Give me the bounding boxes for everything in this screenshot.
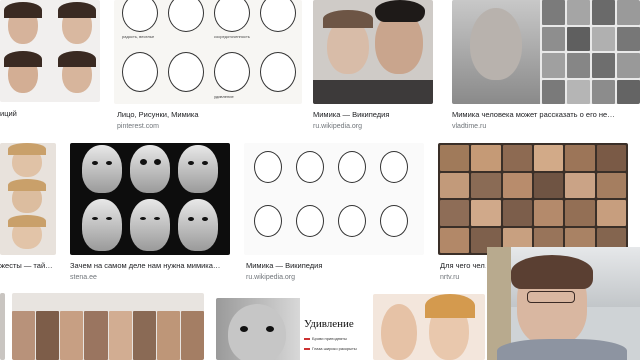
- cartoon-face: [214, 0, 250, 32]
- result-thumbnail[interactable]: [0, 293, 5, 360]
- cartoon-face: [260, 52, 296, 92]
- cartoon-face: [296, 205, 324, 237]
- mask-face: [178, 199, 218, 251]
- result-thumbnail[interactable]: [313, 0, 433, 104]
- photo-grid: [12, 311, 204, 360]
- result-card-r2-1[interactable]: жесты — тай…: [0, 143, 58, 283]
- result-card-r2-3[interactable]: Мимика — Википедия ru.wikipedia.org: [244, 143, 424, 283]
- result-title[interactable]: Мимика — Википедия: [313, 110, 433, 120]
- result-source: ru.wikipedia.org: [313, 123, 363, 130]
- cartoon-face: [254, 205, 282, 237]
- cartoon-face: [122, 0, 158, 32]
- cartoon-face: [168, 52, 204, 92]
- face-photo: [228, 304, 286, 360]
- result-thumbnail[interactable]: [0, 143, 56, 255]
- cartoon-face: [168, 0, 204, 32]
- result-card-r1-3[interactable]: Мимика — Википедия ru.wikipedia.org: [313, 0, 433, 135]
- result-title[interactable]: жесты — тай…: [0, 261, 58, 271]
- cartoon-face: [254, 151, 282, 183]
- webcam-overlay: [487, 247, 640, 360]
- result-source: ru.wikipedia.org: [246, 274, 296, 281]
- result-title[interactable]: Лицо, Рисунки, Мимика: [117, 110, 297, 120]
- annotation-label: Глаза широко раскрыты: [312, 346, 357, 351]
- mask-face: [178, 145, 218, 193]
- result-card-r3-3[interactable]: [373, 294, 485, 360]
- face-photo: [381, 304, 417, 360]
- cartoon-face: [122, 52, 158, 92]
- result-thumbnail[interactable]: [0, 0, 100, 102]
- result-card-r3-2[interactable]: Удивление Брови приподняты Глаза широко …: [216, 298, 364, 360]
- cartoon-face: [338, 205, 366, 237]
- result-thumbnail[interactable]: [373, 294, 485, 360]
- result-card-r3-1[interactable]: [12, 293, 204, 360]
- result-thumbnail[interactable]: [438, 143, 628, 255]
- glasses-icon: [527, 291, 575, 303]
- mask-face: [82, 145, 122, 193]
- cartoon-face: [380, 151, 408, 183]
- face-photo: [470, 8, 522, 80]
- result-thumbnail[interactable]: [70, 143, 230, 255]
- result-thumbnail[interactable]: [244, 143, 424, 255]
- result-title[interactable]: Мимика — Википедия: [246, 261, 422, 271]
- result-card-r2-2[interactable]: Зачем на самом деле нам нужна мимика… st…: [70, 143, 230, 283]
- result-card-r1-2[interactable]: радость, веселье сосредоточенность удивл…: [114, 0, 302, 135]
- cartoon-caption: радость, веселье: [122, 34, 155, 39]
- cartoon-caption: удивление: [214, 94, 234, 99]
- result-title[interactable]: Для чего чел…: [440, 261, 486, 271]
- result-source: stena.ee: [70, 274, 97, 281]
- result-source: nrtv.ru: [440, 274, 460, 281]
- photo-grid: [440, 145, 626, 253]
- result-source: pinterest.com: [117, 123, 160, 130]
- cartoon-face: [260, 0, 296, 32]
- result-card-r3-0[interactable]: [0, 293, 6, 360]
- cartoon-caption: сосредоточенность: [214, 34, 250, 39]
- cartoon-face: [380, 205, 408, 237]
- annotation-label: Брови приподняты: [312, 336, 347, 341]
- result-title[interactable]: Мимика человека может рассказать о его н…: [452, 110, 640, 120]
- result-source: vladtime.ru: [452, 123, 487, 130]
- result-thumbnail[interactable]: Удивление Брови приподняты Глаза широко …: [216, 298, 364, 360]
- result-title[interactable]: иций: [0, 109, 100, 119]
- result-card-r1-1[interactable]: иций: [0, 0, 100, 125]
- mask-face: [130, 145, 170, 193]
- mask-face: [130, 199, 170, 251]
- cartoon-face: [214, 52, 250, 92]
- mask-face: [82, 199, 122, 251]
- result-card-r1-4[interactable]: Мимика человека может рассказать о его н…: [452, 0, 640, 135]
- emotion-heading: Удивление: [304, 318, 354, 330]
- cartoon-face: [338, 151, 366, 183]
- cartoon-face: [296, 151, 324, 183]
- result-thumbnail[interactable]: радость, веселье сосредоточенность удивл…: [114, 0, 302, 104]
- result-title[interactable]: Зачем на самом деле нам нужна мимика…: [70, 261, 230, 271]
- result-thumbnail[interactable]: [12, 293, 204, 360]
- photo-grid: [542, 0, 640, 104]
- result-thumbnail[interactable]: [452, 0, 640, 104]
